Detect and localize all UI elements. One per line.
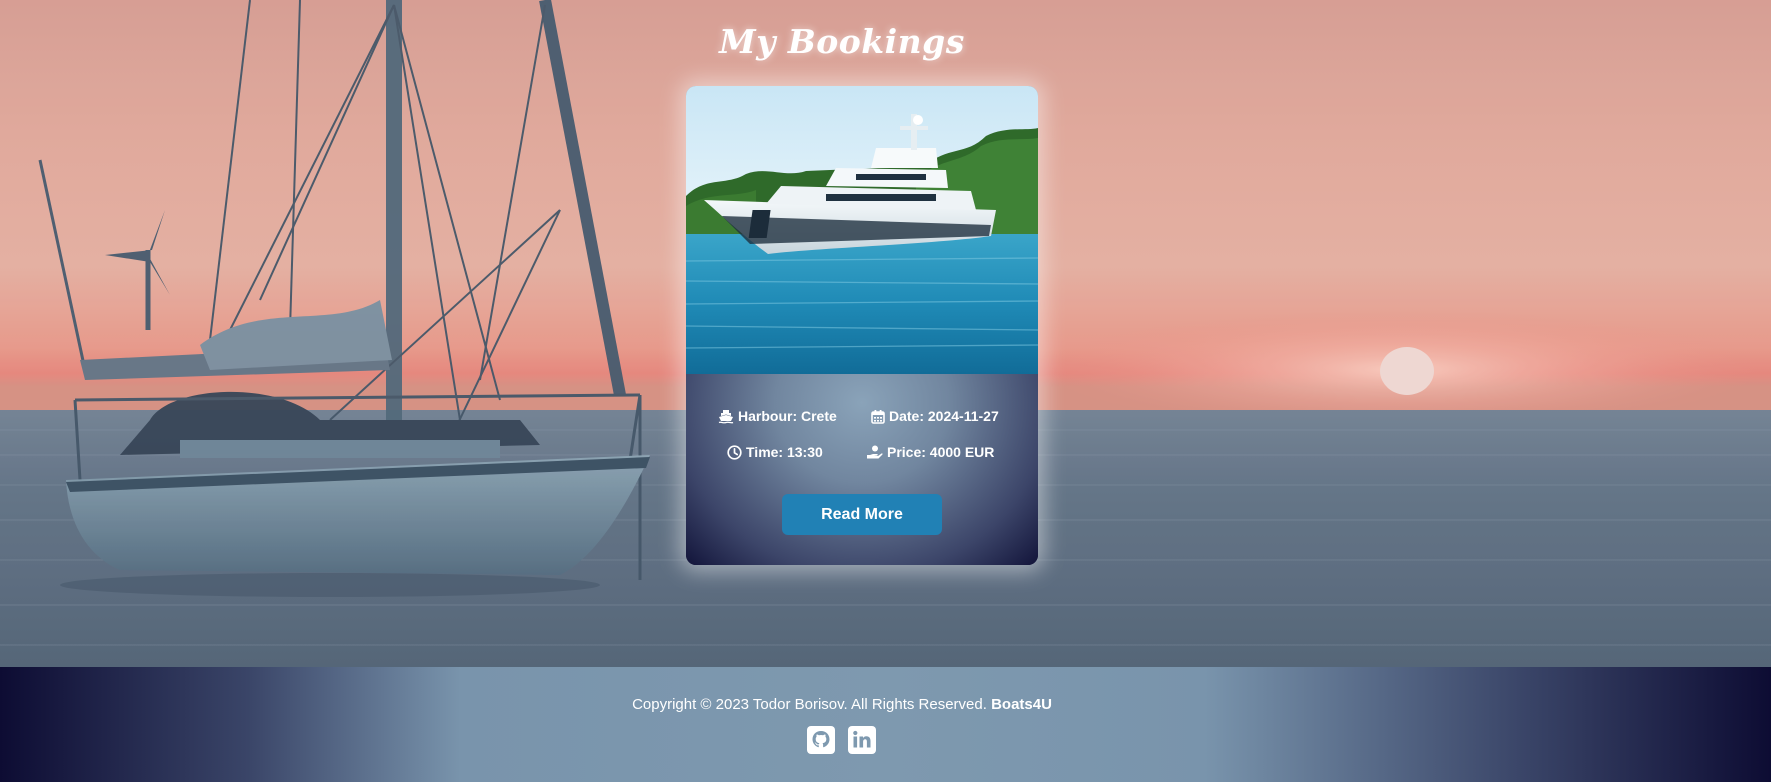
linkedin-icon — [848, 726, 876, 754]
copyright-text: Copyright © 2023 Todor Borisov. All Righ… — [0, 696, 1684, 713]
github-link[interactable] — [807, 726, 835, 754]
price-info: Price: 4000 EUR — [866, 444, 994, 460]
info-row-2: Time: 13:30 Price: 4000 EUR — [686, 444, 1038, 464]
date-info: Date: 2024-11-27 — [871, 408, 999, 424]
booking-card: Harbour: Crete Date: 2024-11-27 Time: 13… — [686, 86, 1038, 565]
linkedin-link[interactable] — [848, 726, 876, 754]
price-text: Price: 4000 EUR — [887, 444, 995, 460]
hand-holding-dollar-icon — [866, 445, 883, 460]
harbour-info: Harbour: Crete — [718, 408, 837, 424]
read-more-button[interactable]: Read More — [782, 494, 942, 535]
page: My Bookings Harbour: Crete Date: 2024-11… — [0, 0, 1771, 782]
time-text: Time: 13:30 — [746, 444, 823, 460]
calendar-icon — [871, 409, 885, 424]
date-text: Date: 2024-11-27 — [889, 408, 999, 424]
page-title: My Bookings — [719, 22, 965, 61]
clock-icon — [727, 444, 742, 460]
time-info: Time: 13:30 — [727, 444, 823, 460]
github-icon — [807, 726, 835, 754]
copyright-notice: Copyright © 2023 Todor Borisov. All Righ… — [632, 696, 987, 713]
brand-name: Boats4U — [991, 696, 1052, 713]
yacht-photo — [686, 86, 1038, 374]
harbour-text: Harbour: Crete — [738, 408, 837, 424]
booking-details — [686, 374, 1038, 565]
info-row-1: Harbour: Crete Date: 2024-11-27 — [686, 408, 1038, 428]
ship-icon — [718, 409, 734, 424]
footer: Copyright © 2023 Todor Borisov. All Righ… — [0, 667, 1771, 782]
